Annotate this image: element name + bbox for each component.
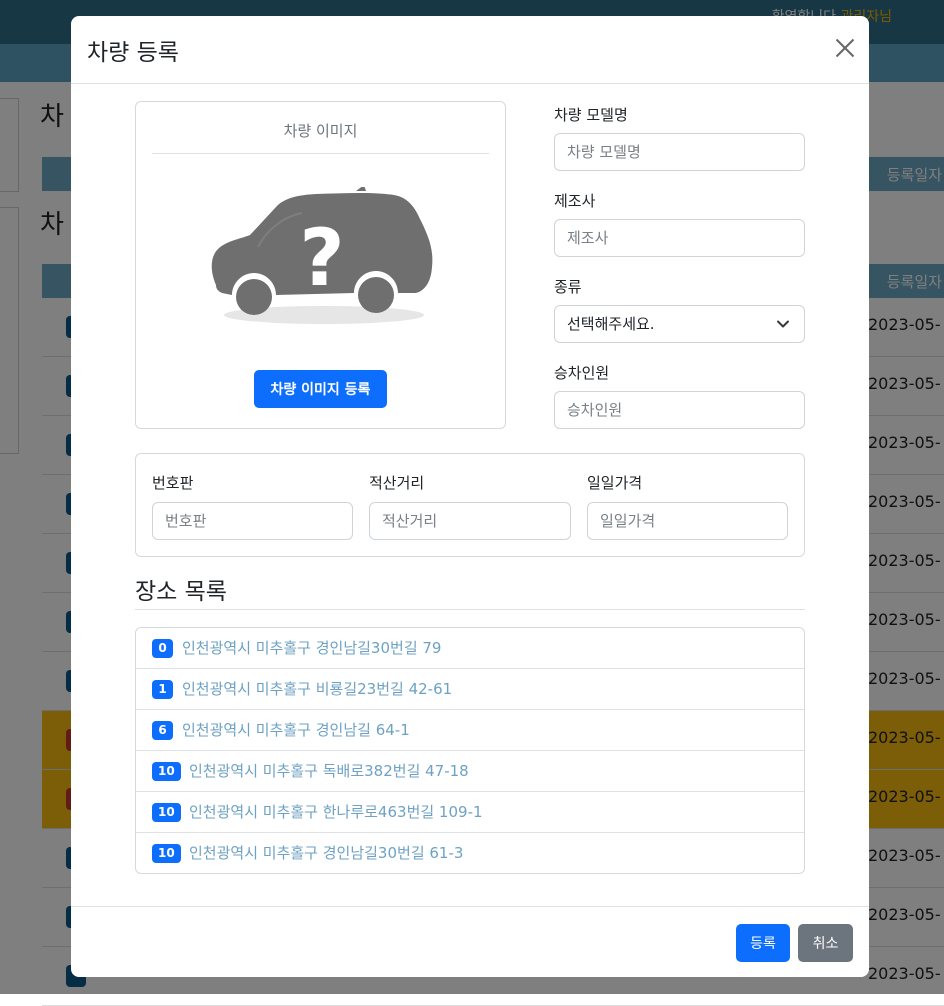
maker-label: 제조사 (554, 192, 596, 210)
place-address: 인천광역시 미추홀구 경인남길30번길 61-3 (189, 844, 464, 862)
modal-footer: 등록 취소 (71, 906, 869, 977)
type-label: 종류 (554, 278, 582, 296)
place-address: 인천광역시 미추홀구 독배로382번길 47-18 (189, 762, 469, 780)
place-badge: 1 (152, 680, 173, 699)
modal-title: 차량 등록 (87, 40, 179, 66)
submit-button[interactable]: 등록 (736, 924, 790, 962)
model-input[interactable] (554, 133, 805, 171)
type-select-value: 선택해주세요. (567, 315, 655, 333)
chevron-down-icon (777, 320, 789, 328)
place-list-item[interactable]: 10 인천광역시 미추홀구 독배로382번길 47-18 (136, 751, 804, 792)
mileage-label: 적산거리 (369, 474, 425, 492)
plate-input[interactable] (152, 502, 353, 540)
maker-input[interactable] (554, 219, 805, 257)
place-address: 인천광역시 미추홀구 비룡길23번길 42-61 (182, 680, 453, 698)
place-address: 인천광역시 미추홀구 경인남길 64-1 (182, 721, 410, 739)
vehicle-image-card: 차량 이미지 ? 차량 이미지 등록 (135, 101, 506, 429)
place-address: 인천광역시 미추홀구 경인남길30번길 79 (182, 639, 442, 657)
model-label: 차량 모델명 (554, 106, 628, 124)
seats-input[interactable] (554, 391, 805, 429)
place-address: 인천광역시 미추홀구 한나루로463번길 109-1 (189, 803, 483, 821)
place-badge: 10 (152, 762, 181, 781)
vehicle-register-modal: 차량 등록 차량 이미지 ? 차량 이미지 등록 차량 모델명 제조사 종류 선… (71, 16, 869, 977)
svg-text:?: ? (299, 214, 344, 304)
place-list: 0 인천광역시 미추홀구 경인남길30번길 79 1 인천광역시 미추홀구 비룡… (135, 627, 805, 874)
place-list-item[interactable]: 1 인천광역시 미추홀구 비룡길23번길 42-61 (136, 669, 804, 710)
place-badge: 10 (152, 844, 181, 863)
place-badge: 10 (152, 803, 181, 822)
cancel-button[interactable]: 취소 (798, 924, 853, 962)
vehicle-detail-card: 번호판 적산거리 일일가격 (135, 453, 805, 557)
divider (135, 609, 805, 610)
daily-price-input[interactable] (587, 502, 788, 540)
daily-price-label: 일일가격 (587, 474, 643, 492)
vehicle-image-title: 차량 이미지 (152, 120, 489, 154)
modal-header: 차량 등록 (71, 16, 869, 84)
place-badge: 6 (152, 721, 173, 740)
place-list-item[interactable]: 6 인천광역시 미추홀구 경인남길 64-1 (136, 710, 804, 751)
upload-image-button[interactable]: 차량 이미지 등록 (254, 370, 387, 408)
type-select[interactable]: 선택해주세요. (554, 305, 805, 343)
car-question-icon: ? (211, 187, 433, 324)
places-title: 장소 목록 (135, 579, 227, 605)
seats-label: 승차인원 (554, 364, 610, 382)
place-list-item[interactable]: 10 인천광역시 미추홀구 한나루로463번길 109-1 (136, 792, 804, 833)
place-list-item[interactable]: 10 인천광역시 미추홀구 경인남길30번길 61-3 (136, 833, 804, 873)
mileage-input[interactable] (369, 502, 571, 540)
close-icon[interactable] (833, 36, 857, 60)
plate-label: 번호판 (152, 474, 194, 492)
place-list-item[interactable]: 0 인천광역시 미추홀구 경인남길30번길 79 (136, 628, 804, 669)
place-badge: 0 (152, 639, 173, 658)
